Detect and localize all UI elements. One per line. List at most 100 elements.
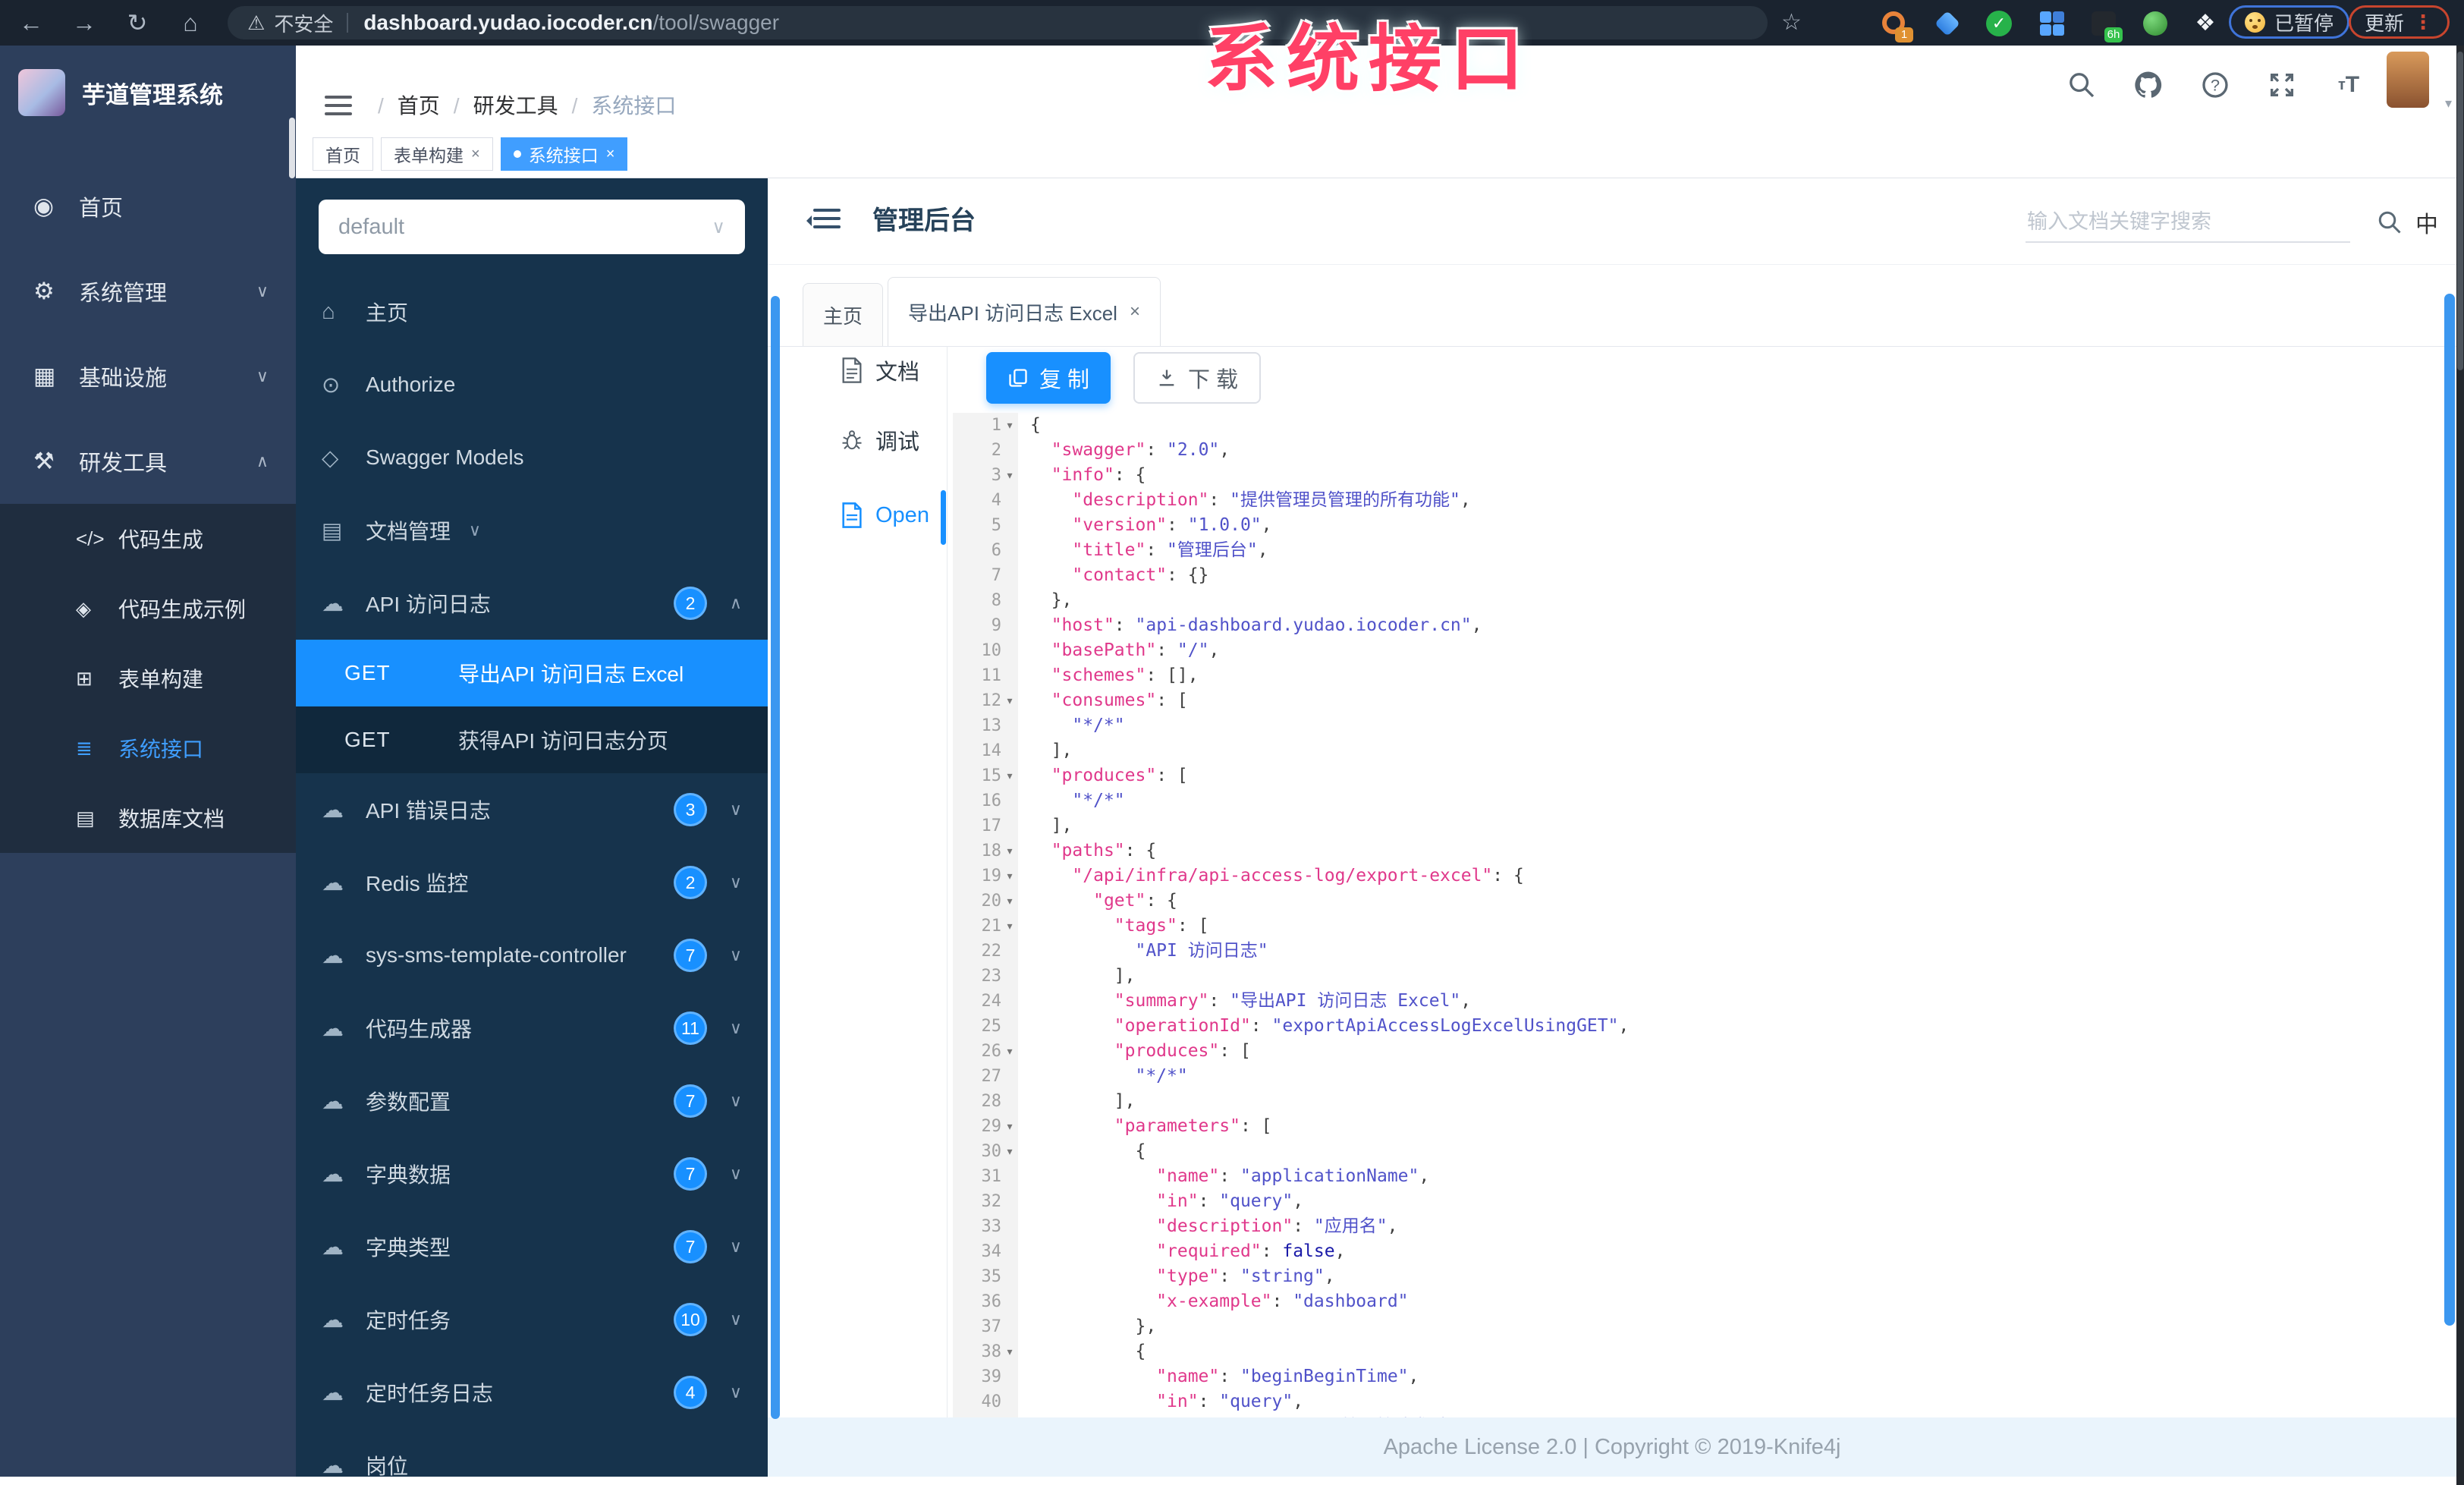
api-menu-item[interactable]: ☁ API 访问日志 2 ∧ xyxy=(296,567,768,640)
sidebar-submenu-item[interactable]: ▤ 数据库文档 xyxy=(0,783,296,853)
swagger-json-editor[interactable]: 1 ▾ { 2 "swagger": "2.0", 3 ▾ "info": { 4 … xyxy=(953,413,2447,1420)
chevron-down-icon[interactable]: ▾ xyxy=(2445,96,2452,112)
fold-caret-icon[interactable]: ▾ xyxy=(1001,838,1018,864)
search-icon[interactable] xyxy=(2376,209,2403,240)
fold-caret-icon[interactable]: ▾ xyxy=(1001,688,1018,713)
sidebar-menu-item[interactable]: ◉ 首页 xyxy=(0,164,296,249)
fold-caret-icon[interactable] xyxy=(1001,438,1018,463)
api-menu-item[interactable]: ☁ 字典类型 7 ∨ xyxy=(296,1210,768,1283)
extension-icon[interactable]: 6h xyxy=(2089,9,2123,42)
fold-caret-icon[interactable]: ▾ xyxy=(1001,1139,1018,1164)
extension-icon[interactable]: ✓ xyxy=(1985,9,2013,38)
fullscreen-icon[interactable] xyxy=(2265,68,2299,102)
fold-caret-icon[interactable] xyxy=(1001,1389,1018,1414)
paused-extension-pill[interactable]: 已暂停 xyxy=(2229,5,2350,39)
api-menu-item[interactable]: ☁ 字典数据 7 ∨ xyxy=(296,1137,768,1210)
sidebar-scrollbar-thumb[interactable] xyxy=(289,118,295,178)
doc-scrollbar-thumb[interactable] xyxy=(2444,294,2455,1326)
fold-caret-icon[interactable] xyxy=(1001,1014,1018,1039)
fold-caret-icon[interactable] xyxy=(1001,1164,1018,1189)
group-select[interactable]: default ∨ xyxy=(319,200,745,254)
breadcrumb-item[interactable]: 研发工具 xyxy=(454,90,558,120)
collapse-menu-icon[interactable] xyxy=(806,209,841,231)
api-menu-item[interactable]: ☁ 参数配置 7 ∨ xyxy=(296,1065,768,1137)
fold-caret-icon[interactable] xyxy=(1001,588,1018,613)
doc-search-field[interactable] xyxy=(2026,207,2350,243)
copy-button[interactable]: 复 制 xyxy=(986,352,1111,404)
update-browser-button[interactable]: 更新 ⋮ xyxy=(2349,5,2450,39)
extension-icon[interactable]: 1 xyxy=(1880,9,1913,42)
browser-scrollbar[interactable] xyxy=(2456,46,2464,1485)
fold-caret-icon[interactable] xyxy=(1001,638,1018,663)
sidebar-menu-item[interactable]: ⚙ 系统管理 ∨ xyxy=(0,249,296,334)
fold-caret-icon[interactable] xyxy=(1001,1314,1018,1339)
api-menu-item[interactable]: ☁ 定时任务日志 4 ∨ xyxy=(296,1356,768,1429)
fold-caret-icon[interactable] xyxy=(1001,1189,1018,1214)
search-icon[interactable] xyxy=(2065,68,2098,102)
hamburger-icon[interactable] xyxy=(325,96,352,118)
fold-caret-icon[interactable] xyxy=(1001,1289,1018,1314)
api-menu-item[interactable]: ☁ 岗位 xyxy=(296,1429,768,1477)
sidebar-menu-item[interactable]: ▦ 基础设施 ∨ xyxy=(0,334,296,419)
close-icon[interactable]: × xyxy=(471,146,480,163)
api-menu-item[interactable]: ◇ Swagger Models xyxy=(296,421,768,494)
api-menu-item[interactable]: ☁ sys-sms-template-controller 7 ∨ xyxy=(296,919,768,992)
bookmark-star-icon[interactable]: ☆ xyxy=(1781,9,1802,36)
fold-caret-icon[interactable] xyxy=(1001,563,1018,588)
api-menu-item[interactable]: ⌂ 主页 xyxy=(296,275,768,348)
extension-icon[interactable] xyxy=(2141,9,2170,38)
help-icon[interactable]: ? xyxy=(2198,68,2232,102)
doc-mode-tab-debug[interactable]: 调试 xyxy=(841,424,947,456)
doc-mode-tab-document[interactable]: 文档 xyxy=(841,354,947,386)
fold-caret-icon[interactable] xyxy=(1001,1264,1018,1289)
api-menu-item[interactable]: ☁ 代码生成器 11 ∨ xyxy=(296,992,768,1065)
github-icon[interactable] xyxy=(2132,68,2165,102)
fold-caret-icon[interactable] xyxy=(1001,1239,1018,1264)
api-menu-item[interactable]: ☁ Redis 监控 2 ∨ xyxy=(296,846,768,919)
fold-caret-icon[interactable] xyxy=(1001,738,1018,763)
fold-caret-icon[interactable] xyxy=(1001,1364,1018,1389)
fold-caret-icon[interactable] xyxy=(1001,964,1018,989)
font-size-icon[interactable]: тT xyxy=(2332,68,2365,102)
sidebar-menu-item[interactable]: ⚒ 研发工具 ∧ xyxy=(0,419,296,504)
view-tag[interactable]: 系统接口 × xyxy=(500,137,628,171)
view-tag[interactable]: 首页 xyxy=(313,137,373,171)
extension-icon[interactable] xyxy=(1933,9,1962,38)
home-button[interactable]: ⌂ xyxy=(170,6,211,39)
close-icon[interactable]: × xyxy=(1130,301,1140,322)
extension-icon[interactable] xyxy=(2038,9,2066,38)
back-button[interactable]: ← xyxy=(11,6,52,39)
app-header[interactable]: 芋道管理系统 xyxy=(0,46,296,129)
api-menu-item[interactable]: ⊙ Authorize xyxy=(296,348,768,421)
fold-caret-icon[interactable]: ▾ xyxy=(1001,1039,1018,1064)
fold-caret-icon[interactable]: ▾ xyxy=(1001,889,1018,914)
forward-button[interactable]: → xyxy=(64,6,105,39)
fold-caret-icon[interactable] xyxy=(1001,663,1018,688)
api-menu-item[interactable]: ☁ API 错误日志 3 ∨ xyxy=(296,773,768,846)
fold-caret-icon[interactable] xyxy=(1001,1089,1018,1114)
api-menu-item[interactable]: GET 获得API 访问日志分页 xyxy=(296,706,768,773)
api-menu-item[interactable]: ☁ 定时任务 10 ∨ xyxy=(296,1283,768,1356)
fold-caret-icon[interactable]: ▾ xyxy=(1001,1114,1018,1139)
fold-caret-icon[interactable] xyxy=(1001,1064,1018,1089)
menu-dots-icon[interactable]: ⋮ xyxy=(2413,11,2434,34)
doc-tab[interactable]: 导出API 访问日志 Excel × xyxy=(888,277,1161,346)
fold-caret-icon[interactable] xyxy=(1001,713,1018,738)
doc-mode-tab-open[interactable]: Open xyxy=(841,502,947,528)
sidebar-submenu-item[interactable]: ⊞ 表单构建 xyxy=(0,643,296,713)
browser-scrollbar-thumb[interactable] xyxy=(2457,52,2463,370)
fold-caret-icon[interactable]: ▾ xyxy=(1001,914,1018,939)
fold-caret-icon[interactable] xyxy=(1001,939,1018,964)
fold-caret-icon[interactable] xyxy=(1001,813,1018,838)
language-toggle-icon[interactable]: 中 xyxy=(2415,206,2438,239)
address-bar[interactable]: ⚠ 不安全 dashboard.yudao.iocoder.cn /tool/s… xyxy=(228,6,1768,39)
reload-button[interactable]: ↻ xyxy=(117,6,158,39)
fold-caret-icon[interactable]: ▾ xyxy=(1001,463,1018,488)
fold-caret-icon[interactable]: ▾ xyxy=(1001,413,1018,438)
fold-caret-icon[interactable]: ▾ xyxy=(1001,1339,1018,1364)
doc-search-input[interactable] xyxy=(2026,207,2350,243)
extension-icon[interactable]: ❖ xyxy=(2191,9,2220,38)
fold-caret-icon[interactable] xyxy=(1001,1214,1018,1239)
fold-caret-icon[interactable]: ▾ xyxy=(1001,763,1018,788)
api-menu-item[interactable]: GET 导出API 访问日志 Excel xyxy=(296,640,768,706)
